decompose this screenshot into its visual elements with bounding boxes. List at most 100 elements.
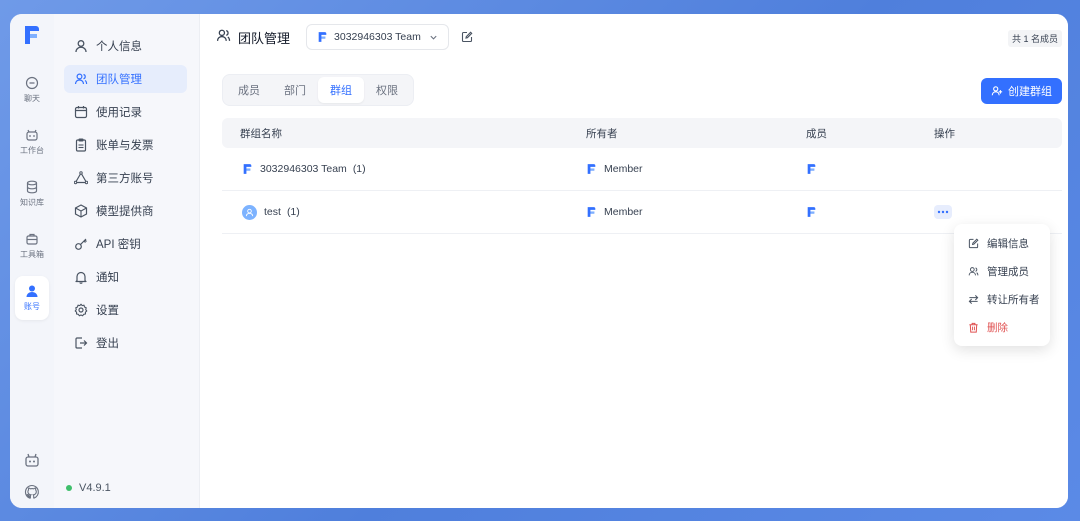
owner-name: Member xyxy=(604,206,643,218)
sidebar-item-settings[interactable]: 设置 xyxy=(64,296,187,324)
menu-item-edit-info[interactable]: 编辑信息 xyxy=(954,229,1050,257)
column-header-actions: 操作 xyxy=(934,127,955,140)
member-count-badge: 共 1 名成员 xyxy=(1007,30,1062,47)
chat-icon xyxy=(25,76,39,90)
main-content: 团队管理 3032946303 Team 共 1 名成员 成员 部门 群组 权限… xyxy=(200,14,1068,508)
rail-bottom xyxy=(10,452,54,500)
groups-table: 群组名称 所有者 成员 操作 3032946303 Team (1) Membe… xyxy=(222,118,1062,234)
more-horizontal-icon xyxy=(937,210,949,214)
team-name: 3032946303 Team xyxy=(334,31,421,43)
sidebar-item-usage[interactable]: 使用记录 xyxy=(64,98,187,126)
team-logo-icon xyxy=(243,164,252,174)
create-group-button[interactable]: 创建群组 xyxy=(981,78,1062,104)
sidebar-item-label: 登出 xyxy=(96,338,119,350)
edit-team-button[interactable] xyxy=(461,31,473,43)
sidebar-item-team[interactable]: 团队管理 xyxy=(64,65,187,93)
create-group-label: 创建群组 xyxy=(1008,86,1052,98)
swap-icon xyxy=(968,294,980,305)
group-name-cell: 3032946303 Team (1) xyxy=(222,163,586,175)
table-row[interactable]: test (1) Member xyxy=(222,191,1062,234)
account-menu: 个人信息 团队管理 使用记录 账单与发票 第三方账号 模型提供商 API 密钥 … xyxy=(54,14,199,357)
bot-icon[interactable] xyxy=(24,452,40,468)
sidebar-item-label: API 密钥 xyxy=(96,239,141,251)
app-window: 聊天 工作台 知识库 工具箱 账号 个人信息 团队管理 使用记录 账单与发票 第… xyxy=(10,14,1068,508)
team-selector[interactable]: 3032946303 Team xyxy=(306,24,449,50)
menu-item-label: 编辑信息 xyxy=(987,237,1029,250)
page-title: 团队管理 xyxy=(216,28,290,47)
group-name: 3032946303 Team xyxy=(260,163,347,175)
member-avatar-icon xyxy=(807,164,816,174)
sidebar-item-label: 账单与发票 xyxy=(96,140,154,152)
status-dot xyxy=(66,485,72,491)
owner-name: Member xyxy=(604,163,643,175)
members-icon xyxy=(968,266,980,277)
tab-permissions[interactable]: 权限 xyxy=(364,77,410,103)
team-logo-icon xyxy=(318,32,327,42)
table-row[interactable]: 3032946303 Team (1) Member xyxy=(222,148,1062,191)
column-header-name: 群组名称 xyxy=(240,127,282,140)
menu-item-transfer-owner[interactable]: 转让所有者 xyxy=(954,285,1050,313)
tab-departments[interactable]: 部门 xyxy=(272,77,318,103)
rail-item-label: 聊天 xyxy=(24,94,40,103)
sidebar-item-label: 个人信息 xyxy=(96,41,142,53)
page-header: 团队管理 3032946303 Team 共 1 名成员 xyxy=(200,14,1068,60)
rail-item-label: 账号 xyxy=(24,302,40,311)
toolbox-icon xyxy=(26,233,38,245)
rail-item-toolbox[interactable]: 工具箱 xyxy=(15,224,49,268)
tab-members[interactable]: 成员 xyxy=(226,77,272,103)
column-header-owner: 所有者 xyxy=(586,127,618,140)
page-title-text: 团队管理 xyxy=(238,30,291,46)
sidebar-item-model-provider[interactable]: 模型提供商 xyxy=(64,197,187,225)
user-icon xyxy=(26,285,38,297)
clipboard-icon xyxy=(74,138,88,152)
team-icon xyxy=(74,72,88,86)
menu-item-label: 转让所有者 xyxy=(987,293,1040,306)
menu-item-delete[interactable]: 删除 xyxy=(954,313,1050,341)
logout-icon xyxy=(74,336,88,350)
group-member-count: (1) xyxy=(286,206,300,218)
calendar-icon xyxy=(74,105,88,119)
sidebar-item-label: 团队管理 xyxy=(96,74,142,86)
database-icon xyxy=(26,180,38,194)
group-avatar-icon xyxy=(245,208,254,216)
sidebar-item-profile[interactable]: 个人信息 xyxy=(64,32,187,60)
bell-icon xyxy=(74,270,88,284)
sidebar-item-third-party[interactable]: 第三方账号 xyxy=(64,164,187,192)
actions-cell xyxy=(934,205,1062,219)
sidebar-item-logout[interactable]: 登出 xyxy=(64,329,187,357)
column-header-members: 成员 xyxy=(806,127,827,140)
owner-cell: Member xyxy=(586,163,806,175)
sidebar-item-api-key[interactable]: API 密钥 xyxy=(64,230,187,258)
model-cube-icon xyxy=(74,204,88,218)
menu-item-manage-members[interactable]: 管理成员 xyxy=(954,257,1050,285)
rail-item-knowledge[interactable]: 知识库 xyxy=(15,172,49,216)
github-icon[interactable] xyxy=(24,484,40,500)
owner-cell: Member xyxy=(586,206,806,218)
app-logo-icon xyxy=(25,26,39,44)
row-actions-menu: 编辑信息 管理成员 转让所有者 删除 xyxy=(954,224,1050,346)
sidebar-item-label: 设置 xyxy=(96,305,119,317)
rail-item-workbench[interactable]: 工作台 xyxy=(15,120,49,164)
version-label: V4.9.1 xyxy=(79,482,111,494)
trash-icon xyxy=(968,322,980,333)
rail-item-chat[interactable]: 聊天 xyxy=(15,68,49,112)
sidebar-item-billing[interactable]: 账单与发票 xyxy=(64,131,187,159)
edit-icon xyxy=(461,31,473,43)
sidebar-item-label: 使用记录 xyxy=(96,107,142,119)
robot-icon xyxy=(26,129,38,141)
rail-item-account[interactable]: 账号 xyxy=(15,276,49,320)
rail-item-label: 工具箱 xyxy=(20,250,44,259)
sidebar-item-label: 模型提供商 xyxy=(96,206,154,218)
person-icon xyxy=(74,39,88,53)
tab-groups[interactable]: 群组 xyxy=(318,77,364,103)
edit-icon xyxy=(968,237,980,249)
members-cell xyxy=(806,206,934,218)
version-indicator: V4.9.1 xyxy=(66,482,111,494)
table-header: 群组名称 所有者 成员 操作 xyxy=(222,118,1062,148)
triangle-link-icon xyxy=(74,171,88,185)
group-avatar xyxy=(242,204,257,220)
sidebar-item-notifications[interactable]: 通知 xyxy=(64,263,187,291)
more-actions-button[interactable] xyxy=(934,205,952,219)
group-member-count: (1) xyxy=(352,163,366,175)
team-icon xyxy=(216,28,231,46)
